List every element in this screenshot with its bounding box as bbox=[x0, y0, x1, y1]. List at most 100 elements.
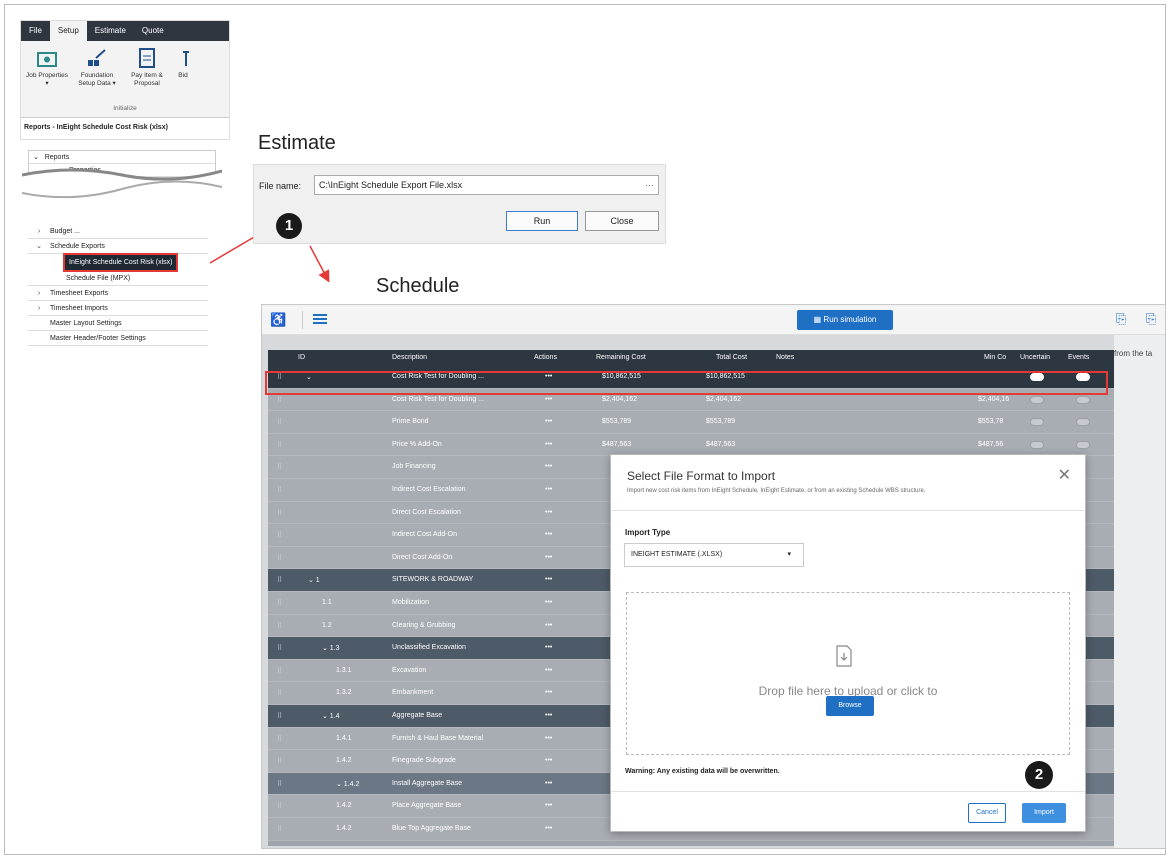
row-total-cost: $553,789 bbox=[706, 418, 736, 426]
import-type-value: INEIGHT ESTIMATE (.XLSX) bbox=[631, 551, 723, 558]
row-actions[interactable]: ••• bbox=[545, 802, 552, 809]
import-icon[interactable]: ⎘ bbox=[1146, 311, 1156, 327]
row-description: Finegrade Subgrade bbox=[392, 757, 456, 765]
drag-handle-icon[interactable]: ⠿ bbox=[277, 825, 282, 833]
import-modal: Select File Format to Import Import new … bbox=[610, 454, 1086, 832]
drag-handle-icon[interactable]: ⠿ bbox=[277, 396, 282, 404]
drag-handle-icon[interactable]: ⠿ bbox=[277, 802, 282, 810]
drag-handle-icon[interactable]: ⠿ bbox=[277, 780, 282, 788]
row-id: 1.4.1 bbox=[336, 734, 352, 742]
row-actions[interactable]: ••• bbox=[545, 463, 552, 470]
drag-handle-icon[interactable]: ⠿ bbox=[277, 735, 282, 743]
drag-handle-icon[interactable]: ⠿ bbox=[277, 509, 282, 517]
row-actions[interactable]: ••• bbox=[545, 509, 552, 516]
events-toggle[interactable] bbox=[1076, 395, 1090, 404]
overwrite-warning: Warning: Any existing data will be overw… bbox=[625, 768, 780, 775]
col-uncertain[interactable]: Uncertain bbox=[1020, 354, 1050, 361]
drag-handle-icon[interactable]: ⠿ bbox=[277, 418, 282, 426]
row-actions[interactable]: ••• bbox=[545, 780, 552, 787]
row-description: Aggregate Base bbox=[392, 712, 443, 719]
col-remaining-cost[interactable]: Remaining Cost bbox=[596, 354, 646, 361]
col-events[interactable]: Events bbox=[1068, 354, 1089, 361]
row-actions[interactable]: ••• bbox=[545, 757, 552, 764]
filter-settings-icon[interactable] bbox=[312, 311, 328, 332]
row-actions[interactable]: ••• bbox=[545, 735, 552, 742]
row-actions[interactable]: ••• bbox=[545, 554, 552, 561]
drag-handle-icon[interactable]: ⠿ bbox=[277, 599, 282, 607]
row-actions[interactable]: ••• bbox=[545, 486, 552, 493]
estimate-dialog: File name: C:\InEight Schedule Export Fi… bbox=[253, 164, 666, 244]
browse-button[interactable]: Browse bbox=[826, 696, 874, 716]
col-actions[interactable]: Actions bbox=[534, 354, 557, 361]
row-actions[interactable]: ••• bbox=[545, 418, 552, 425]
modal-subtitle: Import new cost risk items from InEight … bbox=[627, 488, 926, 494]
drag-handle-icon[interactable]: ⠿ bbox=[277, 644, 282, 652]
schedule-title: Schedule bbox=[376, 275, 460, 297]
drag-handle-icon[interactable]: ⠿ bbox=[277, 689, 282, 697]
run-button[interactable]: Run bbox=[506, 211, 578, 231]
drag-handle-icon[interactable]: ⠿ bbox=[277, 463, 282, 471]
cancel-button[interactable]: Cancel bbox=[968, 803, 1006, 823]
drag-handle-icon[interactable]: ⠿ bbox=[277, 712, 282, 720]
drag-handle-icon[interactable]: ⠿ bbox=[277, 554, 282, 562]
close-icon[interactable]: ✕ bbox=[1058, 465, 1071, 485]
divider bbox=[611, 510, 1085, 511]
row-id: 1.4.2 bbox=[336, 825, 352, 832]
uncertain-toggle[interactable] bbox=[1030, 440, 1044, 449]
col-description[interactable]: Description bbox=[392, 354, 427, 361]
row-actions[interactable]: ••• bbox=[545, 441, 552, 448]
step-badge-1: 1 bbox=[276, 213, 302, 239]
close-button[interactable]: Close bbox=[585, 211, 659, 231]
row-description: Price % Add-On bbox=[392, 440, 442, 448]
drag-handle-icon[interactable]: ⠿ bbox=[277, 531, 282, 539]
row-actions[interactable]: ••• bbox=[545, 599, 552, 606]
row-id: ⌄ 1.4 bbox=[322, 713, 340, 720]
table-row[interactable]: ⠿ Price % Add-On ••• $487,563 $487,563 $487,5… bbox=[268, 433, 1114, 457]
step-badge-2: 2 bbox=[1025, 761, 1053, 789]
uncertain-toggle[interactable] bbox=[1030, 418, 1044, 427]
row-actions[interactable]: ••• bbox=[545, 644, 552, 651]
accessibility-icon[interactable]: ♿ bbox=[270, 312, 286, 328]
row-description: Mobilization bbox=[392, 599, 429, 606]
drag-handle-icon[interactable]: ⠿ bbox=[277, 667, 282, 675]
row-remaining-cost: $553,789 bbox=[602, 418, 632, 426]
col-id[interactable]: ID bbox=[298, 354, 305, 361]
col-min-cost[interactable]: Min Co bbox=[984, 354, 1006, 361]
row-actions[interactable]: ••• bbox=[545, 689, 552, 696]
row-actions[interactable]: ••• bbox=[545, 667, 552, 674]
browse-dots-button[interactable]: ··· bbox=[645, 176, 654, 194]
row-total-cost: $487,563 bbox=[706, 440, 736, 448]
file-drop-zone[interactable]: Drop file here to upload or click to Bro… bbox=[626, 592, 1070, 755]
drag-handle-icon[interactable]: ⠿ bbox=[277, 622, 282, 630]
row-id: 1.3.2 bbox=[336, 689, 352, 697]
import-button[interactable]: Import bbox=[1022, 803, 1066, 823]
drag-handle-icon[interactable]: ⠿ bbox=[277, 441, 282, 449]
divider bbox=[611, 791, 1085, 792]
col-total-cost[interactable]: Total Cost bbox=[716, 354, 747, 361]
table-row[interactable]: ⠿ Prime Bond ••• $553,789 $553,789 $553,78 bbox=[268, 411, 1114, 434]
run-simulation-button[interactable]: ▦ Run simulation bbox=[797, 310, 893, 330]
row-description: Blue Top Aggregate Base bbox=[392, 825, 471, 832]
row-description: Unclassified Excavation bbox=[392, 644, 466, 652]
row-actions[interactable]: ••• bbox=[545, 576, 552, 583]
row-actions[interactable]: ••• bbox=[545, 396, 552, 403]
import-type-label: Import Type bbox=[625, 528, 671, 537]
drag-handle-icon[interactable]: ⠿ bbox=[277, 576, 282, 584]
file-name-value: C:\InEight Schedule Export File.xlsx bbox=[319, 180, 463, 190]
row-id: 1.4.2 bbox=[336, 802, 352, 810]
row-actions[interactable]: ••• bbox=[545, 712, 552, 719]
drag-handle-icon[interactable]: ⠿ bbox=[277, 757, 282, 765]
uncertain-toggle[interactable] bbox=[1030, 395, 1044, 404]
events-toggle[interactable] bbox=[1076, 440, 1090, 449]
row-id: ⌄ 1 bbox=[308, 577, 320, 585]
export-icon[interactable]: ⎘ bbox=[1116, 311, 1126, 327]
row-actions[interactable]: ••• bbox=[545, 622, 552, 629]
col-notes[interactable]: Notes bbox=[776, 354, 794, 361]
file-name-input[interactable]: C:\InEight Schedule Export File.xlsx ··· bbox=[314, 175, 659, 195]
drag-handle-icon[interactable]: ⠿ bbox=[277, 486, 282, 494]
row-actions[interactable]: ••• bbox=[545, 531, 552, 538]
import-type-select[interactable]: INEIGHT ESTIMATE (.XLSX) ▾ bbox=[624, 543, 804, 567]
row-actions[interactable]: ••• bbox=[545, 825, 552, 832]
events-toggle[interactable] bbox=[1076, 418, 1090, 427]
row-description: Direct Cost Escalation bbox=[392, 508, 461, 516]
